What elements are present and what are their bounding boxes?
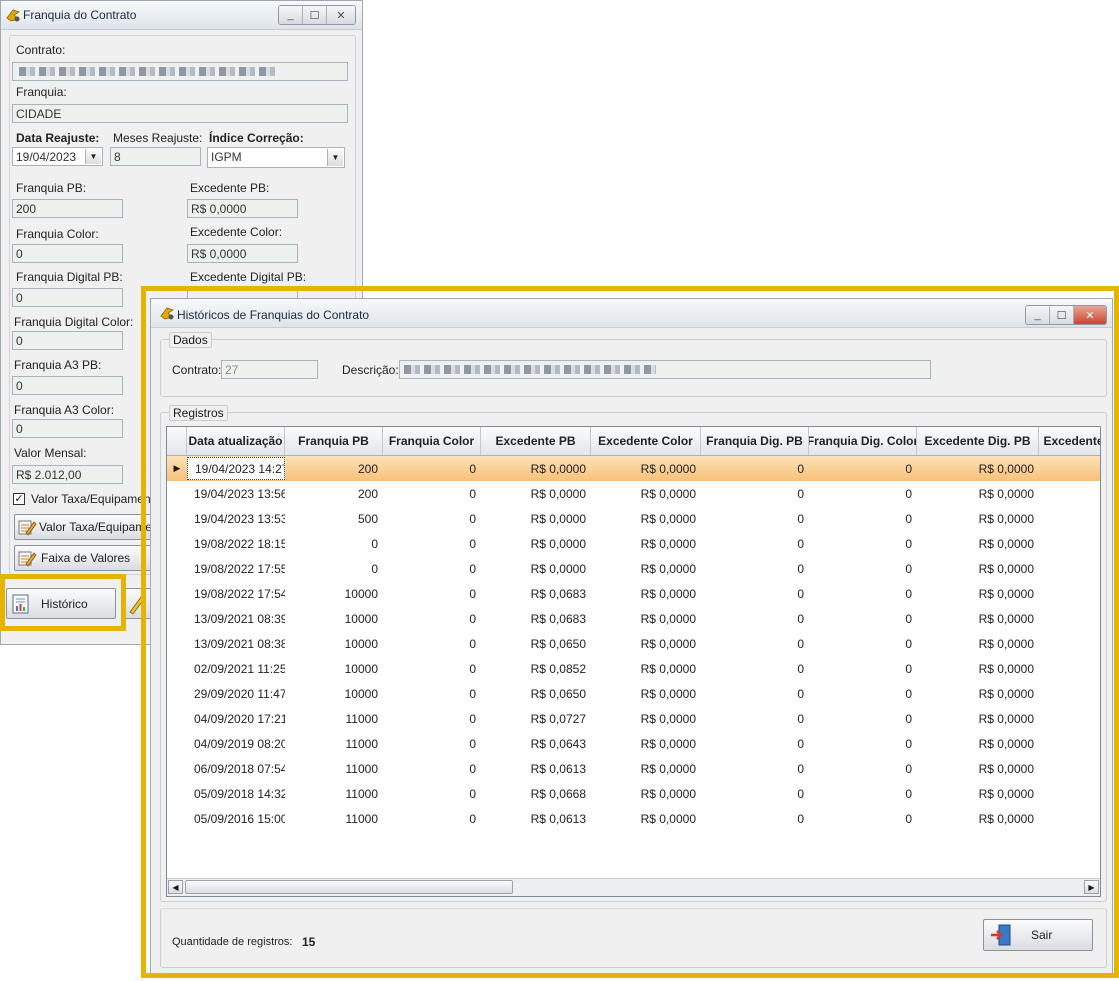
app-logo-icon [6,9,20,22]
valor-taxa-checkbox[interactable]: ✓ [13,493,25,505]
valor-taxa-checkbox-label: Valor Taxa/Equipament [31,492,154,506]
franquia-color-label: Franquia Color: [16,227,99,241]
window-controls: _ ☐ ✕ [278,5,356,25]
excedente-color-label: Excedente Color: [190,225,283,239]
excedente-color-field[interactable]: R$ 0,0000 [187,244,298,263]
redacted-text [19,67,277,76]
dropdown-arrow-icon[interactable]: ▼ [85,149,101,164]
contrato-label: Contrato: [16,43,66,57]
checkmark-icon: ✓ [14,493,24,505]
historico-highlight [0,574,126,631]
franquia-a3-pb-field[interactable]: 0 [12,376,123,395]
valor-taxa-button[interactable]: Valor Taxa/Equipame [14,514,159,540]
excedente-pb-label: Excedente PB: [190,181,270,195]
minimize-icon[interactable]: _ [279,6,303,24]
franquia-a3-color-field[interactable]: 0 [12,419,123,438]
faixa-valores-button-label: Faixa de Valores [41,551,131,565]
franquia-digital-color-label: Franquia Digital Color: [14,315,134,329]
franquia-a3-pb-label: Franquia A3 PB: [14,358,102,372]
franquia-a3-color-label: Franquia A3 Color: [14,403,115,417]
pencil-icon [18,551,37,567]
franquia-color-field[interactable]: 0 [12,244,123,263]
contrato-field[interactable] [12,62,348,81]
valor-mensal-field[interactable]: R$ 2.012,00 [12,465,123,484]
pencil-icon [18,520,37,536]
window-title: Franquia do Contrato [23,8,137,22]
excedente-pb-field[interactable]: R$ 0,0000 [187,199,298,218]
close-icon[interactable]: ✕ [327,6,355,24]
franquia-digital-pb-label: Franquia Digital PB: [16,270,123,284]
data-reajuste-picker[interactable]: 19/04/2023 ▼ [12,147,103,166]
franquia-label: Franquia: [16,85,67,99]
franquia-digital-pb-field[interactable]: 0 [12,288,123,307]
maximize-icon[interactable]: ☐ [303,6,327,24]
data-reajuste-label: Data Reajuste: [16,131,100,145]
valor-taxa-button-label: Valor Taxa/Equipame [39,520,152,534]
franquia-pb-label: Franquia PB: [16,181,87,195]
historicos-highlight [141,286,1119,978]
franquia-digital-color-field[interactable]: 0 [12,331,123,350]
indice-correcao-select[interactable]: IGPM ▼ [207,147,345,168]
indice-correcao-value: IGPM [211,150,242,164]
franquia-field[interactable]: CIDADE [12,104,348,123]
indice-correcao-label: Índice Correção: [209,131,304,145]
valor-mensal-label: Valor Mensal: [14,446,87,460]
faixa-valores-button[interactable]: Faixa de Valores [14,545,159,571]
meses-reajuste-label: Meses Reajuste: [113,131,203,145]
title-bar: Franquia do Contrato _ ☐ ✕ [1,1,362,30]
meses-reajuste-field[interactable]: 8 [110,147,201,166]
dropdown-arrow-icon[interactable]: ▼ [327,149,343,166]
excedente-digital-pb-label: Excedente Digital PB: [190,270,307,284]
data-reajuste-value: 19/04/2023 [16,150,77,164]
franquia-pb-field[interactable]: 200 [12,199,123,218]
